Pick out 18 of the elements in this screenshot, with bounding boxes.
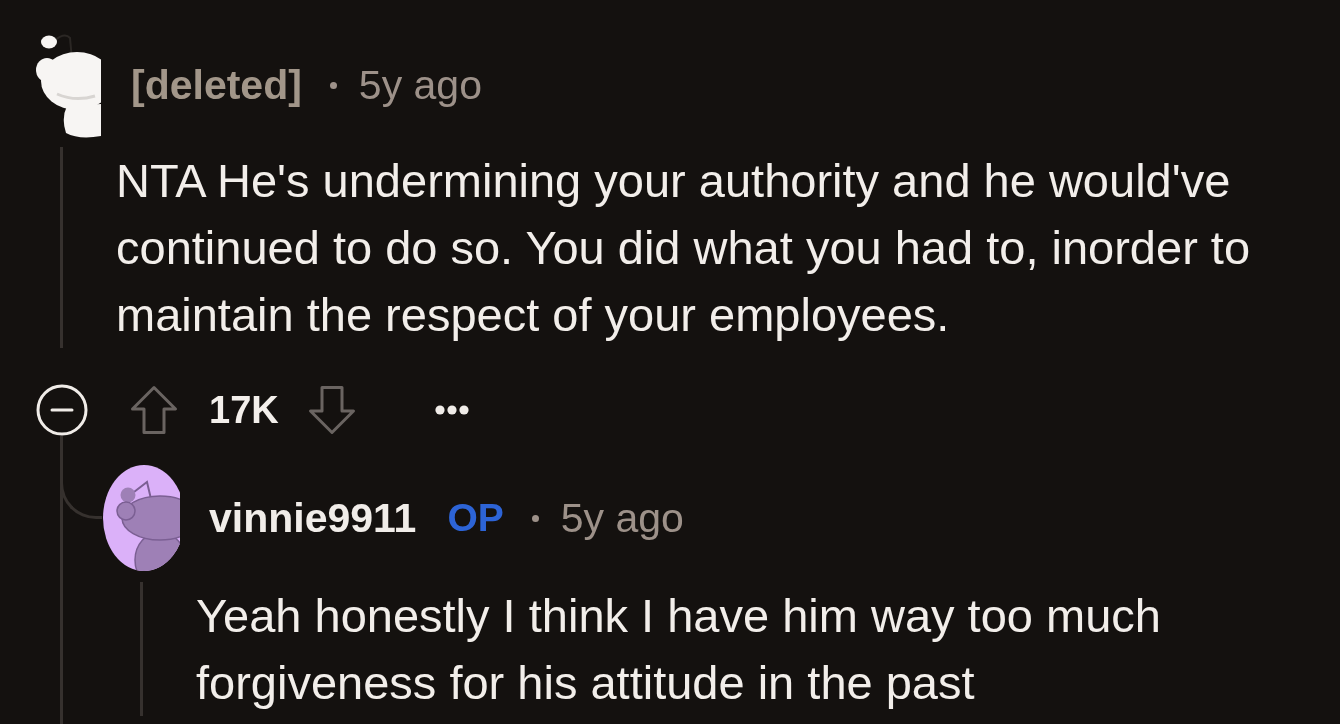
more-dots-icon — [434, 405, 469, 415]
downvote-button[interactable] — [307, 385, 356, 435]
minus-circle-icon — [36, 384, 88, 436]
comment-text: NTA He's undermining your authority and he would've continued to do so. You did what you had to, inorder to maintain the respect of your employees. — [116, 153, 1252, 343]
username[interactable]: [deleted] — [131, 60, 302, 110]
username[interactable]: vinnie9911 — [209, 493, 417, 543]
collapse-button[interactable] — [36, 384, 88, 436]
vote-count: 17K — [209, 388, 279, 432]
more-options-button[interactable] — [434, 405, 469, 415]
timestamp: 5y ago — [560, 494, 684, 543]
downvote-arrow-icon — [307, 385, 356, 435]
timestamp: 5y ago — [358, 61, 482, 110]
upvote-arrow-icon — [130, 385, 178, 435]
separator-dot-icon — [329, 81, 337, 89]
op-label: OP — [447, 495, 504, 541]
comment-text: Yeah honestly I think I have him way too much forgiveness for his attitude in the past — [196, 588, 1162, 711]
upvote-button[interactable] — [130, 385, 178, 435]
separator-dot-icon — [531, 514, 539, 522]
